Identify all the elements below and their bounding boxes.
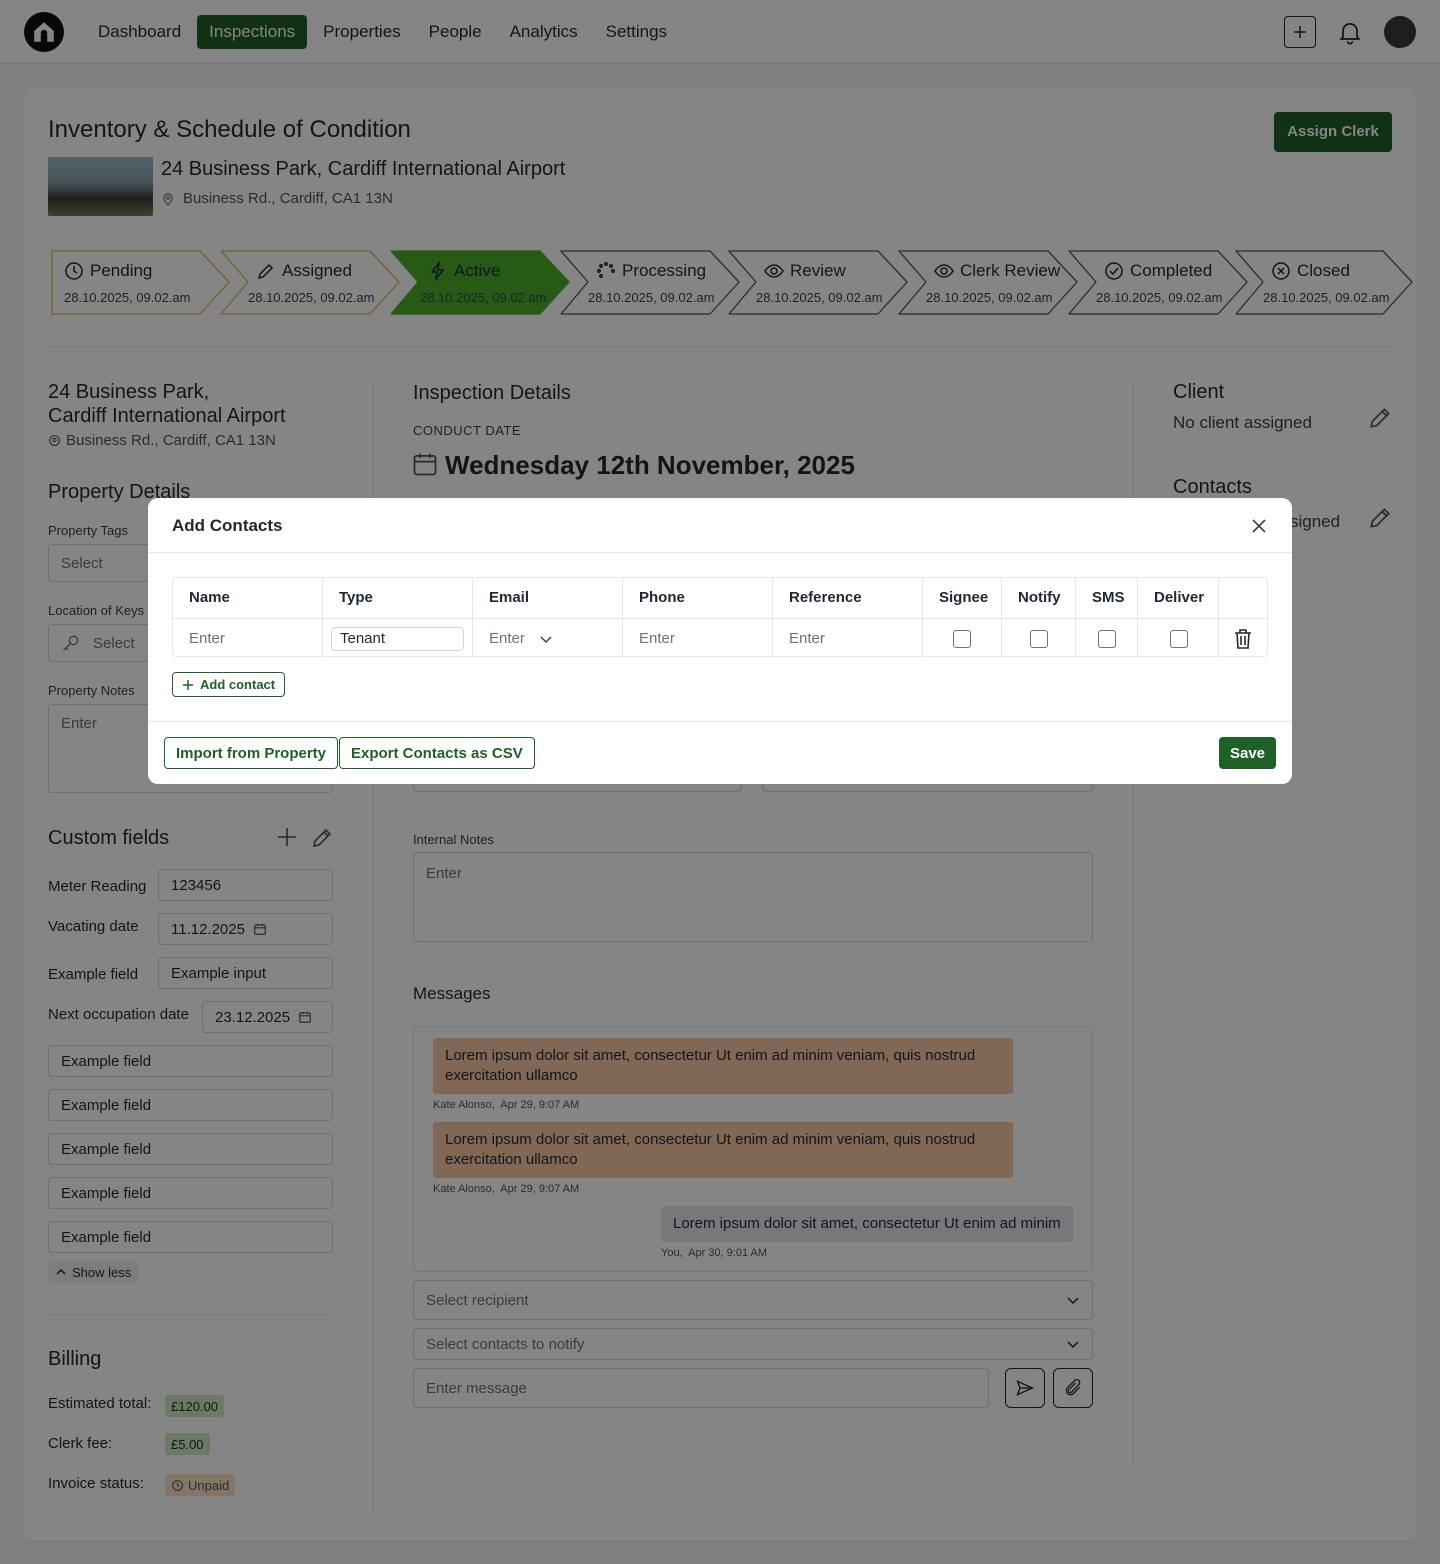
- signee-cell: [923, 618, 1002, 658]
- add-contacts-modal: Add Contacts Name Type Email Phone Refer…: [148, 498, 1292, 784]
- deliver-cell: [1138, 618, 1219, 658]
- phone-input[interactable]: Enter: [623, 618, 773, 658]
- col-phone: Phone: [623, 578, 773, 618]
- name-input[interactable]: Enter: [173, 618, 323, 658]
- deliver-checkbox[interactable]: [1170, 629, 1188, 648]
- sms-checkbox[interactable]: [1098, 629, 1116, 648]
- col-name: Name: [173, 578, 323, 618]
- col-email: Email: [473, 578, 623, 618]
- sms-cell: [1076, 618, 1138, 658]
- trash-icon[interactable]: [1233, 628, 1253, 650]
- col-sms: SMS: [1076, 578, 1138, 618]
- col-reference: Reference: [773, 578, 923, 618]
- notify-cell: [1002, 618, 1076, 658]
- col-signee: Signee: [923, 578, 1002, 618]
- modal-divider: [148, 721, 1292, 722]
- chevron-down-icon: [539, 632, 553, 646]
- col-deliver: Deliver: [1138, 578, 1219, 618]
- email-select[interactable]: Enter: [473, 618, 623, 658]
- phone-placeholder: Enter: [639, 630, 675, 647]
- save-button[interactable]: Save: [1219, 737, 1276, 769]
- delete-cell: [1219, 618, 1267, 658]
- close-icon[interactable]: [1250, 517, 1268, 535]
- modal-divider: [148, 552, 1292, 553]
- name-placeholder: Enter: [189, 630, 225, 647]
- add-contact-label: Add contact: [200, 677, 276, 692]
- email-placeholder: Enter: [489, 630, 525, 647]
- notify-checkbox[interactable]: [1030, 629, 1048, 648]
- type-value: Tenant: [340, 630, 386, 647]
- modal-title: Add Contacts: [172, 516, 283, 535]
- col-type: Type: [323, 578, 473, 618]
- plus-icon: [182, 679, 194, 691]
- type-cell: Tenant: [323, 618, 473, 658]
- reference-placeholder: Enter: [789, 630, 825, 647]
- import-from-property-button[interactable]: Import from Property: [164, 737, 339, 769]
- export-csv-button[interactable]: Export Contacts as CSV: [339, 737, 535, 769]
- signee-checkbox[interactable]: [953, 629, 971, 648]
- reference-input[interactable]: Enter: [773, 618, 923, 658]
- add-contact-button[interactable]: Add contact: [172, 672, 286, 697]
- col-notify: Notify: [1002, 578, 1076, 618]
- type-input[interactable]: Tenant: [331, 626, 464, 651]
- contacts-table: Name Type Email Phone Reference Signee N…: [172, 577, 1268, 658]
